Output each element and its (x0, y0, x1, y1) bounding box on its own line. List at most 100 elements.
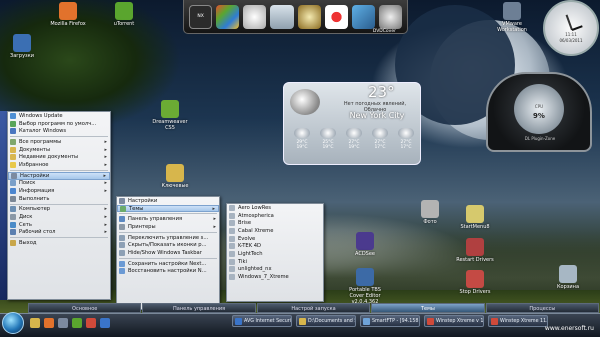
menu-item-icon (10, 161, 16, 168)
start-menu-item[interactable]: Сеть ▸ (8, 221, 110, 229)
cpu-gauge-gadget[interactable]: CPU 9% DL Plugin-Zone (486, 72, 592, 152)
clock-icon[interactable] (243, 4, 267, 29)
recycle-bin-icon[interactable] (270, 4, 294, 29)
desktop-icon-vmware[interactable]: VMware Workstation (492, 2, 532, 33)
start-menu-item[interactable]: Диск ▸ (8, 213, 110, 221)
menu-item-label: Документы (19, 146, 51, 153)
cloud-icon (290, 89, 320, 115)
dvd-icon[interactable]: DVDCover (373, 4, 402, 34)
settings-menu-item[interactable]: Настройки (117, 197, 219, 205)
start-menu-item[interactable]: Настройки ▸ (8, 171, 110, 180)
menu-item-icon (119, 260, 125, 267)
tab-0[interactable]: Основное (28, 303, 142, 313)
settings-menu-item[interactable]: Hide/Show Windows Taskbar (117, 249, 219, 257)
menu-item-icon (10, 128, 16, 135)
explorer-icon[interactable] (58, 318, 68, 328)
start-menu-item[interactable]: Избранное ▸ (8, 161, 110, 169)
start-menu: Windows Update Выбор программ по умолч...… (7, 111, 111, 300)
menu-item-label: Поиск (19, 180, 36, 187)
menu-item-icon (10, 240, 16, 247)
menu-item-label: Hide/Show Windows Taskbar (128, 249, 202, 256)
start-button[interactable] (2, 312, 24, 334)
theme-item[interactable]: Brise (227, 219, 323, 227)
taskbar-button[interactable]: D:\Documents and S... (296, 315, 356, 327)
image-icon[interactable] (351, 4, 375, 29)
submenu-arrow-icon: ▸ (104, 206, 107, 213)
winstep-icon[interactable] (86, 318, 96, 328)
menu-item-icon (119, 249, 125, 256)
tab-3[interactable]: Темы (371, 303, 485, 313)
task-icon (491, 318, 498, 325)
start-menu-item[interactable]: Информация ▸ (8, 187, 110, 195)
cloud-icon (346, 128, 362, 138)
menu-item-icon (229, 220, 235, 227)
desktop-icon-firefox[interactable]: Mozilla Firefox (48, 2, 88, 27)
start-menu-item[interactable]: Windows Update (8, 112, 110, 120)
folder-icon[interactable] (30, 318, 40, 328)
desktop-icon-recycle[interactable]: Корзина (548, 265, 588, 290)
globe-icon[interactable] (297, 4, 321, 29)
tab-2[interactable]: Настрой запуска (256, 303, 371, 313)
taskbar-button[interactable]: SmartFTP - [94.158.2... (360, 315, 420, 327)
theme-item[interactable]: Aero LowRes (227, 204, 323, 212)
settings-menu-item[interactable]: Восстановить настройки N... (117, 268, 219, 276)
desktop-icon-foto[interactable]: Фото (410, 200, 450, 225)
submenu-arrow-icon: ▸ (104, 154, 107, 161)
start-menu-item[interactable]: Все программы ▸ (8, 138, 110, 146)
desktop-icon-acdsee[interactable]: ACDSee (345, 232, 385, 257)
theme-item[interactable]: unlighted_nx (227, 266, 323, 274)
start-menu-item[interactable]: Недавние документы ▸ (8, 153, 110, 161)
menu-item-label: Aero LowRes (238, 204, 271, 211)
desktop-icon-tbs[interactable]: Portable TBS Cover Editor v2.0.4.362 (345, 268, 385, 305)
theme-item[interactable]: LightTech (227, 250, 323, 258)
desktop-icon-utorrent[interactable]: uTorrent (104, 2, 144, 27)
submenu-arrow-icon: ▸ (103, 172, 106, 179)
ie-icon[interactable] (100, 318, 110, 328)
clock-gadget[interactable]: 11:11 06/03/2011 (543, 0, 599, 56)
taskbar-button[interactable]: Winstep Xtreme v 11... (424, 315, 484, 327)
firefox-icon[interactable] (44, 318, 54, 328)
settings-menu-item[interactable]: Принтеры ▸ (117, 223, 219, 231)
desktop-icon-stop[interactable]: Stop Drivers (455, 270, 495, 295)
desktop-icon-label: Корзина (556, 284, 580, 290)
desktop-icon-startmenu[interactable]: StartMenu8 (455, 205, 495, 230)
start-menu-item[interactable]: Компьютер ▸ (8, 206, 110, 214)
start-menu-item[interactable]: Каталог Windows (8, 127, 110, 135)
taskbar-button[interactable]: AVG Internet Securit... (232, 315, 292, 327)
settings-menu-item[interactable]: Темы ▸ (117, 204, 219, 213)
theme-item[interactable]: K-TEK 4D (227, 242, 323, 250)
settings-menu-item[interactable]: Скрыть/Показать иконки р... (117, 241, 219, 249)
menu-item-icon (10, 120, 16, 127)
theme-item[interactable]: Atmospherica (227, 212, 323, 220)
menu-item-label: Windows_7_Xtreme (238, 274, 289, 281)
desktop-icon-label: Загрузки (10, 53, 34, 59)
tab-1[interactable]: Панель управления (142, 303, 256, 313)
theme-item[interactable]: Cabal Xtreme (227, 227, 323, 235)
start-menu-item[interactable]: Выход (8, 239, 110, 247)
start-menu-item[interactable]: Документы ▸ (8, 146, 110, 154)
menu-item-icon (229, 227, 235, 234)
start-menu-item[interactable]: Выбор программ по умолч... (8, 120, 110, 128)
weather-gadget[interactable]: 23° Нет погодных явлений, Облачно New Yo… (283, 82, 421, 165)
start-menu-item[interactable]: Поиск ▸ (8, 180, 110, 188)
desktop-icon-label: StartMenu8 (460, 224, 490, 230)
flag-icon[interactable] (324, 4, 348, 29)
nexus-icon[interactable]: NX (189, 4, 213, 29)
start-menu-item[interactable]: Выполнить (8, 195, 110, 203)
theme-item[interactable]: Evolve (227, 235, 323, 243)
tab-4[interactable]: Процессы (485, 303, 600, 313)
desktop-icon-folder[interactable]: Ключевые (155, 164, 195, 189)
desktop-icon-dreamweaver[interactable]: Dreamweaver CS5 (150, 100, 190, 131)
settings-menu-item[interactable]: Сохранить настройки Next... (117, 260, 219, 268)
menu-item-label: Tiki (238, 258, 247, 265)
windows-icon[interactable] (216, 4, 240, 29)
settings-menu-item[interactable]: Переключить управление s... (117, 234, 219, 242)
settings-menu-item[interactable]: Панель управления ▸ (117, 215, 219, 223)
theme-item[interactable]: Windows_7_Xtreme (227, 273, 323, 281)
desktop-icon-downloads[interactable]: Загрузки (2, 34, 42, 59)
utorrent-icon[interactable] (72, 318, 82, 328)
desktop-icon-restart[interactable]: Restart Drivers (455, 238, 495, 263)
theme-item[interactable]: Tiki (227, 258, 323, 266)
settings-submenu: Настройки Темы ▸ Панель управления ▸ Принтеры… (116, 196, 220, 310)
start-menu-item[interactable]: Рабочий стол ▸ (8, 229, 110, 237)
